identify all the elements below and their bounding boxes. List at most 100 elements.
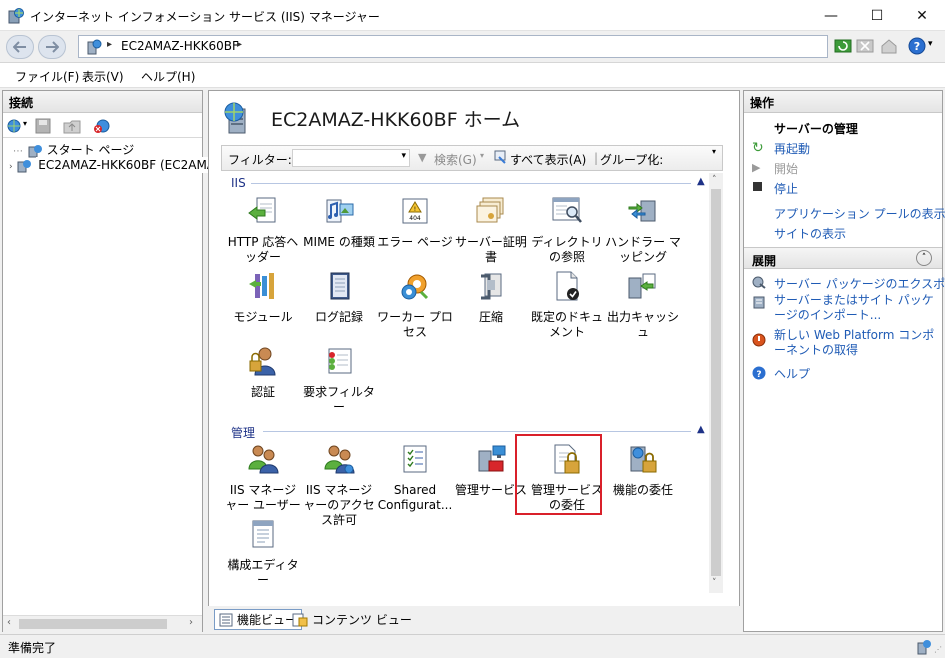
feature-mime-types[interactable]: MIME の種類 bbox=[301, 195, 377, 250]
close-button[interactable]: ✕ bbox=[899, 0, 945, 31]
vertical-scrollbar[interactable]: ˄ ˅ bbox=[709, 173, 723, 593]
server-certificates-icon bbox=[476, 197, 504, 223]
connections-toolbar: ▾ bbox=[3, 114, 202, 138]
server-manage-title: サーバーの管理 bbox=[774, 122, 858, 136]
scroll-thumb[interactable] bbox=[711, 189, 721, 576]
save-icon[interactable] bbox=[35, 118, 51, 134]
menu-bar: ファイル(F) 表示(V) ヘルプ(H) bbox=[0, 63, 945, 88]
feature-directory-browsing[interactable]: ディレクトリの参照 bbox=[529, 195, 605, 265]
scroll-down-icon[interactable]: ˅ bbox=[712, 578, 717, 588]
group-by-label[interactable]: グループ化: bbox=[600, 151, 663, 168]
breadcrumb-server[interactable]: EC2AMAZ-HKK60BF bbox=[121, 39, 239, 53]
feature-worker-processes[interactable]: ワーカー プロセス bbox=[377, 270, 453, 340]
feature-default-document[interactable]: 既定のドキュメント bbox=[529, 270, 605, 340]
menu-file[interactable]: ファイル(F) bbox=[15, 68, 79, 85]
feature-iis-manager-users[interactable]: IIS マネージャー ユーザー bbox=[225, 443, 301, 513]
feature-modules[interactable]: モジュール bbox=[225, 270, 301, 325]
center-header: EC2AMAZ-HKK60BF ホーム bbox=[209, 91, 739, 143]
back-arrow-icon bbox=[13, 41, 26, 53]
deploy-section-header: 展開 ˄ bbox=[744, 247, 942, 269]
server-icon bbox=[87, 39, 102, 55]
show-all-button[interactable]: すべて表示(A) bbox=[510, 151, 586, 168]
feature-http-headers[interactable]: HTTP 応答ヘッダー bbox=[225, 195, 301, 265]
forward-button[interactable] bbox=[38, 35, 66, 59]
scroll-right-icon[interactable]: › bbox=[189, 617, 193, 628]
up-level-icon[interactable] bbox=[63, 118, 81, 134]
filter-input[interactable]: ▾ bbox=[292, 149, 410, 167]
app-pools-link[interactable]: アプリケーション プールの表示 bbox=[774, 205, 945, 222]
start-link[interactable]: 開始 bbox=[774, 160, 798, 177]
help-link[interactable]: ヘルプ bbox=[774, 365, 810, 382]
maximize-button[interactable]: ☐ bbox=[854, 0, 900, 31]
search-button[interactable]: 検索(G) bbox=[434, 151, 477, 168]
feature-iis-manager-permissions[interactable]: IIS マネージャーのアクセス許可 bbox=[301, 443, 377, 528]
refresh-icon[interactable] bbox=[834, 37, 852, 55]
modules-icon bbox=[249, 273, 274, 299]
mime-types-icon bbox=[326, 199, 354, 223]
web-platform-link[interactable]: 新しい Web Platform コンポーネントの取得 bbox=[774, 328, 942, 358]
configuration-editor-icon bbox=[252, 520, 274, 548]
feature-error-pages[interactable]: ! 404 エラー ページ bbox=[377, 195, 453, 250]
stop-link[interactable]: 停止 bbox=[774, 180, 798, 197]
svg-text:?: ? bbox=[914, 40, 920, 53]
feature-request-filtering[interactable]: 要求フィルター bbox=[301, 345, 377, 415]
scroll-up-icon[interactable]: ˄ bbox=[712, 175, 717, 185]
feature-handler-mappings[interactable]: ハンドラー マッピング bbox=[605, 195, 681, 265]
resize-grip-icon[interactable]: ⋰ bbox=[934, 645, 942, 654]
svg-text:!: ! bbox=[414, 206, 416, 213]
filter-dropdown-icon[interactable]: ▾ bbox=[401, 151, 406, 161]
authentication-icon bbox=[249, 347, 276, 376]
tree-label: スタート ページ bbox=[46, 143, 135, 157]
feature-authentication[interactable]: 認証 bbox=[225, 345, 301, 400]
feature-configuration-editor[interactable]: 構成エディター bbox=[225, 518, 301, 588]
connect-dropdown-icon[interactable]: ▾ bbox=[23, 119, 27, 128]
disconnect-icon[interactable] bbox=[93, 118, 111, 134]
scroll-thumb[interactable] bbox=[19, 619, 167, 629]
breadcrumb-separator[interactable]: ▸ bbox=[237, 39, 242, 50]
tab-content-view[interactable]: コンテンツ ビュー bbox=[288, 609, 416, 630]
handler-mappings-icon bbox=[628, 200, 656, 222]
page-title: EC2AMAZ-HKK60BF ホーム bbox=[271, 109, 521, 131]
deploy-title: 展開 bbox=[752, 254, 777, 268]
horizontal-scrollbar[interactable]: ‹ › bbox=[3, 615, 202, 632]
feature-output-caching[interactable]: 出力キャッシュ bbox=[605, 270, 681, 340]
stop-icon[interactable] bbox=[856, 37, 874, 55]
back-button[interactable] bbox=[6, 35, 34, 59]
iis-app-icon bbox=[8, 8, 24, 24]
highlight-box bbox=[515, 434, 602, 515]
restart-link[interactable]: 再起動 bbox=[774, 140, 810, 157]
search-dropdown-icon[interactable]: ▾ bbox=[480, 151, 484, 160]
feature-compression[interactable]: 圧縮 bbox=[453, 270, 529, 325]
menu-view[interactable]: 表示(V) bbox=[82, 68, 124, 85]
features-content: IIS ▲ HTTP 応答ヘッダー MIME の種類 ! 404 エラー ページ… bbox=[221, 173, 709, 593]
minimize-button[interactable]: — bbox=[808, 0, 854, 31]
tree-item-server[interactable]: › EC2AMAZ-HKK60BF (EC2AMA bbox=[9, 157, 218, 173]
address-field[interactable]: ▸ EC2AMAZ-HKK60BF ▸ bbox=[78, 35, 828, 58]
compression-icon bbox=[481, 273, 502, 300]
feature-feature-delegation[interactable]: 機能の委任 bbox=[605, 443, 681, 498]
web-platform-icon bbox=[752, 333, 766, 347]
directory-browsing-icon bbox=[552, 197, 582, 223]
filter-bar: フィルター: ▾ ▼ 検索(G) ▾ すべて表示(A) | グループ化: ▾ bbox=[221, 145, 723, 171]
server-large-icon bbox=[224, 102, 246, 134]
export-package-link[interactable]: サーバー パッケージのエクスポート... bbox=[774, 275, 945, 292]
tree-label: EC2AMAZ-HKK60BF (EC2AMA bbox=[36, 157, 218, 173]
help-icon[interactable]: ? bbox=[908, 37, 926, 55]
filter-overflow-icon[interactable]: ▾ bbox=[712, 148, 716, 156]
sites-link[interactable]: サイトの表示 bbox=[774, 225, 846, 242]
feature-shared-configuration[interactable]: Shared Configurat... bbox=[377, 443, 453, 513]
view-tabs: 機能ビュー コンテンツ ビュー bbox=[208, 606, 740, 632]
collapse-section-icon[interactable]: ˄ bbox=[916, 250, 932, 266]
worker-processes-icon bbox=[401, 274, 429, 300]
feature-logging[interactable]: ログ記録 bbox=[301, 270, 377, 325]
feature-server-certificates[interactable]: サーバー証明書 bbox=[453, 195, 529, 265]
import-package-link[interactable]: サーバーまたはサイト パッケージのインポート... bbox=[774, 293, 942, 323]
menu-help[interactable]: ヘルプ(H) bbox=[141, 68, 195, 85]
tree-expand-icon[interactable]: › bbox=[9, 162, 13, 172]
tree-item-start-page[interactable]: ⋯ スタート ページ bbox=[13, 141, 134, 158]
collapse-group-icon[interactable]: ▲ bbox=[697, 424, 705, 435]
collapse-group-icon[interactable]: ▲ bbox=[697, 176, 705, 187]
help-dropdown-icon[interactable]: ▾ bbox=[928, 39, 933, 49]
scroll-left-icon[interactable]: ‹ bbox=[7, 617, 11, 628]
home-icon[interactable] bbox=[880, 37, 898, 55]
